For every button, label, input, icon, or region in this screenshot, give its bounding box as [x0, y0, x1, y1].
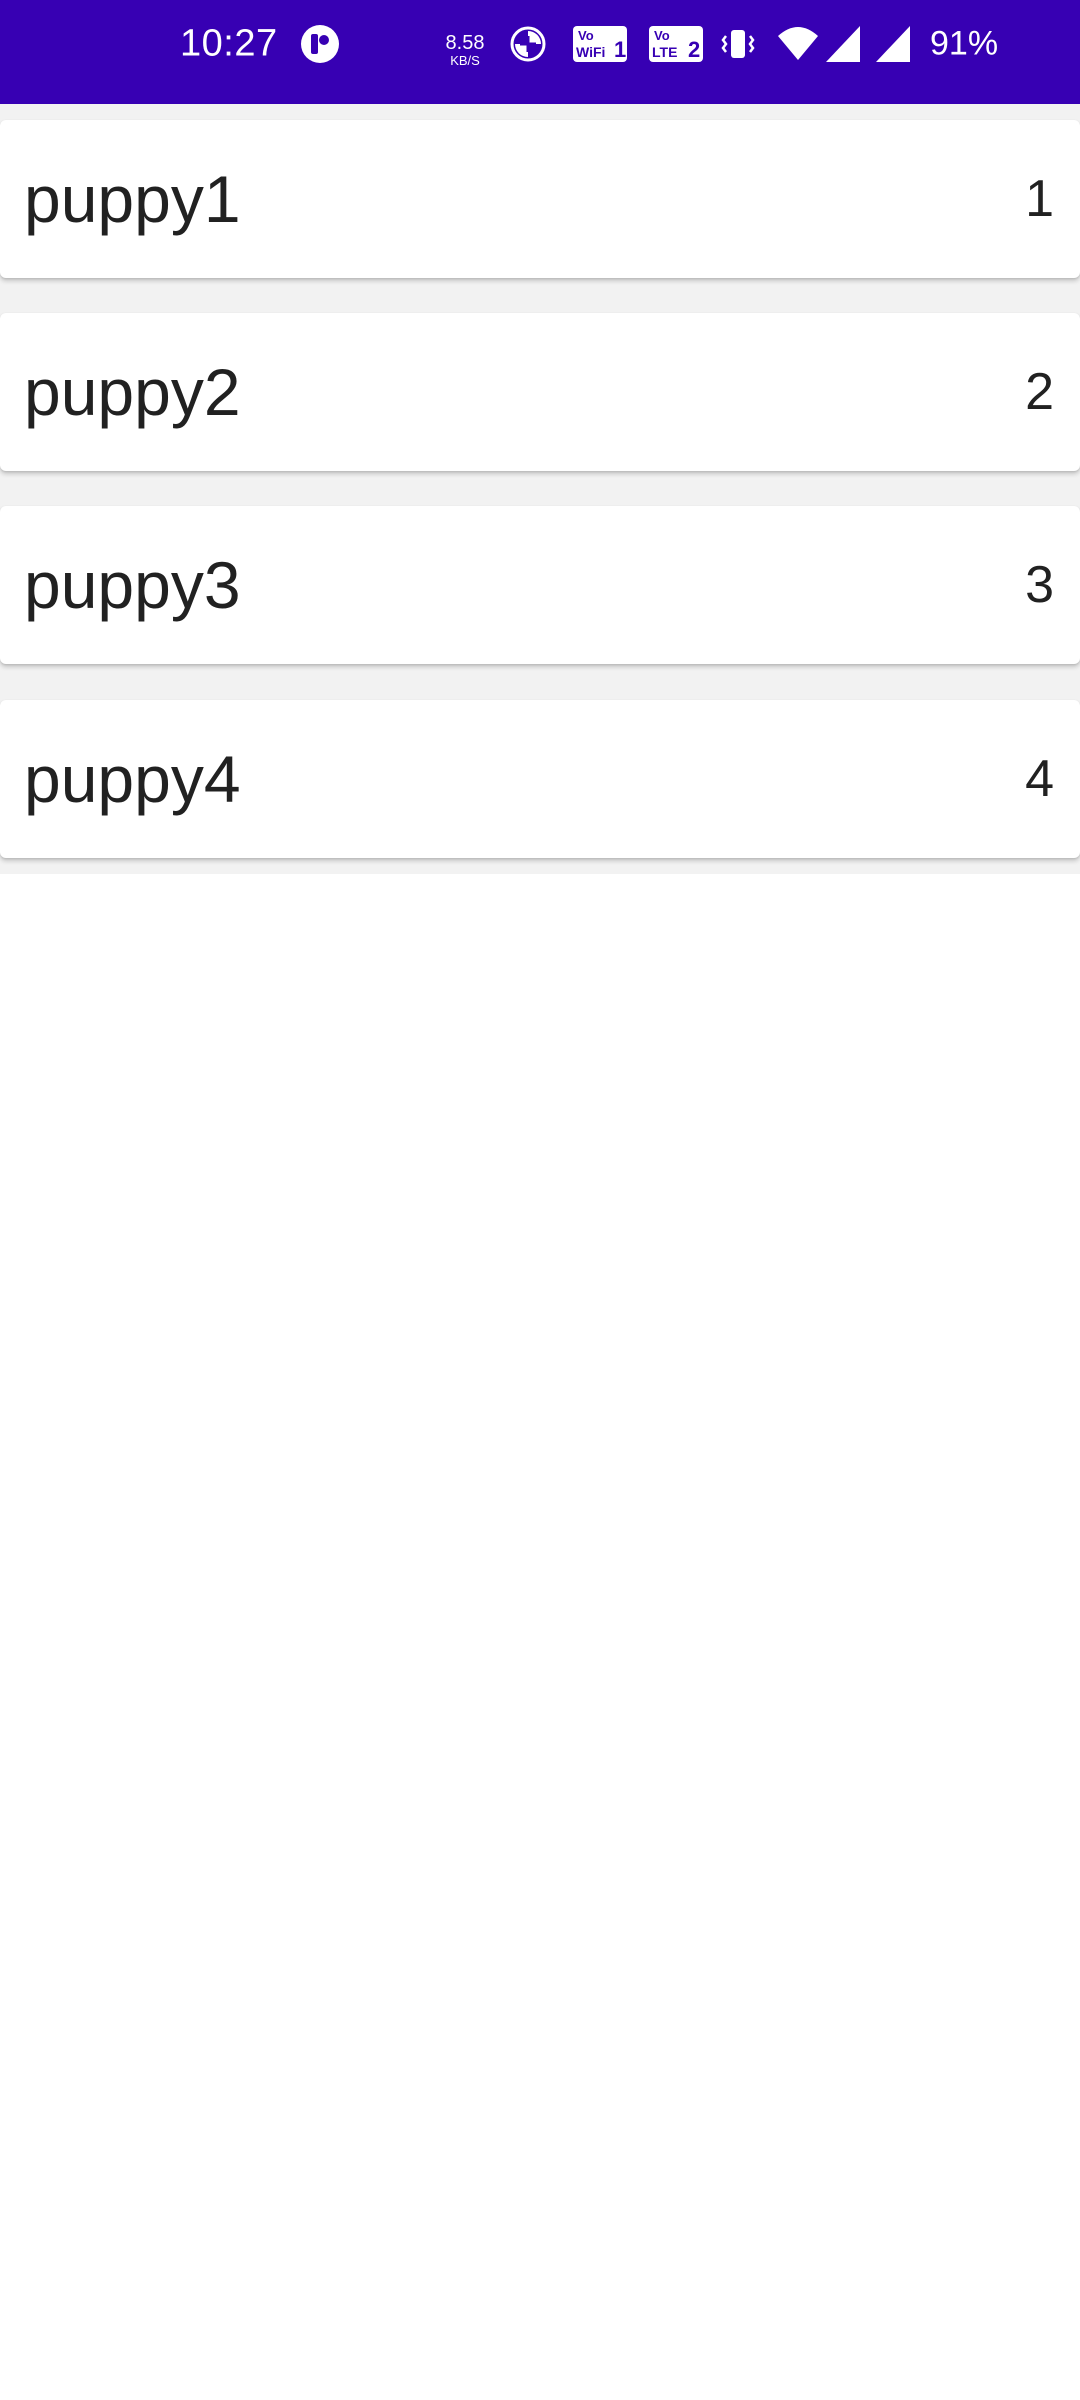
- network-speed-value: 8.58: [445, 32, 485, 54]
- vowifi-sim-text: 1: [614, 37, 626, 62]
- vowifi-bottom-text: WiFi: [576, 44, 605, 60]
- vowifi-icon: Vo WiFi 1: [573, 26, 627, 62]
- puppy-number: 1: [1025, 170, 1054, 228]
- wifi-icon: [778, 27, 818, 60]
- vowifi-top-text: Vo: [578, 28, 594, 43]
- puppy-number: 2: [1025, 363, 1054, 421]
- volte-bottom-text: LTE: [652, 44, 677, 60]
- network-speed-unit: KB/S: [450, 53, 480, 68]
- volte-top-text: Vo: [654, 28, 670, 43]
- volte-sim-text: 2: [688, 37, 700, 62]
- notification-app-icon: [301, 25, 339, 63]
- network-speed: 8.58 KB/S: [440, 33, 490, 67]
- data-saver-icon: [510, 26, 546, 62]
- signal-icon: [876, 26, 910, 62]
- puppy-card[interactable]: puppy1 1: [0, 120, 1080, 278]
- puppy-card[interactable]: puppy3 3: [0, 506, 1080, 664]
- vibrate-icon: [721, 30, 755, 58]
- puppy-number: 4: [1025, 750, 1054, 808]
- puppy-name: puppy2: [24, 355, 241, 429]
- puppy-name: puppy4: [24, 742, 241, 816]
- signal-icon: [826, 26, 860, 62]
- puppy-card[interactable]: puppy4 4: [0, 700, 1080, 858]
- status-time: 10:27: [180, 22, 278, 65]
- battery-percentage: 91%: [930, 24, 999, 63]
- puppy-list: puppy1 1 puppy2 2 puppy3 3 puppy4 4: [0, 104, 1080, 874]
- puppy-name: puppy1: [24, 162, 241, 236]
- puppy-number: 3: [1025, 556, 1054, 614]
- puppy-card[interactable]: puppy2 2: [0, 313, 1080, 471]
- volte-icon: Vo LTE 2: [649, 26, 703, 62]
- status-bar: 10:27 8.58 KB/S Vo WiFi 1 Vo LTE 2 91%: [0, 0, 1080, 104]
- puppy-name: puppy3: [24, 548, 241, 622]
